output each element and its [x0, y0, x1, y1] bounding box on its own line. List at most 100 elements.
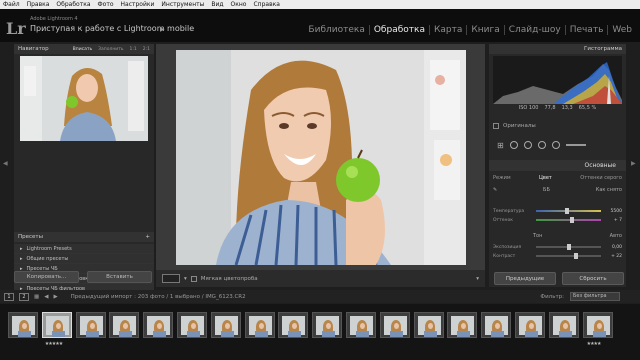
menu-photo[interactable]: Фото — [98, 1, 114, 8]
preset-folder[interactable]: ▸ Lightroom Presets — [14, 244, 154, 254]
zoom-2-1[interactable]: 2:1 — [143, 47, 150, 52]
main-photo[interactable] — [176, 50, 466, 265]
module-map[interactable]: Карта — [428, 25, 466, 35]
tone-auto-button[interactable]: Авто — [610, 233, 622, 239]
module-slideshow[interactable]: Слайд-шоу — [503, 25, 565, 35]
original-checkbox[interactable] — [493, 123, 499, 129]
filmstrip-thumbnail[interactable] — [413, 312, 444, 338]
histogram[interactable] — [493, 56, 622, 104]
tint-track[interactable] — [536, 217, 601, 223]
menu-develop[interactable]: Обработка — [56, 1, 90, 8]
tint-slider[interactable]: Оттенок + 7 — [493, 216, 622, 224]
treatment-bw[interactable]: Оттенки серого — [580, 175, 622, 181]
wb-eyedropper-icon[interactable]: ✎ — [493, 187, 497, 193]
filmstrip-thumbnail[interactable] — [312, 312, 343, 338]
menu-settings[interactable]: Настройки — [121, 1, 155, 8]
filmstrip-thumbnail[interactable] — [177, 312, 207, 338]
tint-value[interactable]: + 7 — [604, 218, 622, 223]
filmstrip: ★★★★★ ★★★★ — [0, 304, 640, 360]
exposure-slider[interactable]: Экспозиция 0,00 — [493, 243, 622, 251]
left-panel-toggle-icon[interactable]: ◀ — [3, 160, 8, 167]
temperature-knob[interactable] — [565, 208, 570, 214]
menu-edit[interactable]: Правка — [27, 1, 50, 8]
original-photo-toggle[interactable]: Оригиналы — [493, 123, 536, 129]
presets-header[interactable]: Пресеты + — [14, 232, 154, 242]
loupe-view-button[interactable] — [162, 274, 180, 283]
filmstrip-thumbnail[interactable] — [41, 312, 72, 338]
filmstrip-thumbnail[interactable] — [481, 312, 512, 338]
exposure-track[interactable] — [536, 244, 601, 250]
filmstrip-thumbnail[interactable] — [278, 312, 309, 338]
navigator-header[interactable]: Навигатор Вписать Заполнить 1:1 2:1 — [14, 44, 154, 54]
filmstrip-thumbnail[interactable] — [75, 312, 106, 338]
reset-button[interactable]: Сбросить — [562, 272, 624, 285]
menu-tools[interactable]: Инструменты — [161, 1, 204, 8]
softproof-checkbox[interactable] — [190, 275, 197, 282]
catalog-arrow-icon[interactable]: ▶ — [160, 26, 165, 33]
screen-2-button[interactable]: 2 — [19, 292, 29, 301]
module-library[interactable]: Библиотека — [304, 25, 368, 35]
wb-select[interactable]: Как снято — [596, 187, 622, 193]
zoom-1-1[interactable]: 1:1 — [130, 47, 137, 52]
contrast-value[interactable]: + 22 — [604, 254, 622, 259]
original-label: Оригиналы — [503, 123, 536, 129]
temperature-slider[interactable]: Температура 5500 — [493, 207, 622, 215]
lightroom-logo: Lr — [6, 19, 26, 38]
filmstrip-thumbnail[interactable] — [548, 312, 579, 338]
filmstrip-thumbnail[interactable] — [515, 312, 545, 338]
filmstrip-thumbnail[interactable] — [582, 312, 613, 338]
contrast-slider[interactable]: Контраст + 22 — [493, 252, 622, 260]
presets-section: Пресеты + ▸ Lightroom Presets ▸ Общие прес… — [14, 232, 154, 294]
red-eye-icon[interactable] — [523, 141, 532, 149]
filmstrip-thumbnail[interactable] — [8, 312, 38, 338]
back-arrow-icon[interactable]: ◀ — [44, 294, 48, 300]
copy-button[interactable]: Копировать... — [14, 271, 79, 283]
menu-view[interactable]: Вид — [211, 1, 223, 8]
add-preset-icon[interactable]: + — [145, 234, 150, 240]
exposure-value[interactable]: 0,00 — [604, 245, 622, 250]
filmstrip-thumbnail[interactable] — [346, 312, 376, 338]
menu-help[interactable]: Справка — [253, 1, 279, 8]
paste-button[interactable]: Вставить — [87, 271, 152, 283]
toolbar-menu-icon[interactable]: ▾ — [476, 276, 479, 282]
contrast-track[interactable] — [536, 253, 601, 259]
treatment-color[interactable]: Цвет — [539, 175, 552, 181]
filmstrip-thumbnail[interactable] — [447, 312, 478, 338]
module-develop[interactable]: Обработка — [368, 25, 429, 35]
forward-arrow-icon[interactable]: ▶ — [53, 294, 57, 300]
right-panel-toggle-icon[interactable]: ▶ — [631, 160, 636, 167]
filmstrip-thumbnail[interactable] — [109, 312, 140, 338]
exposure-knob[interactable] — [567, 244, 572, 250]
exif-value-2: 13,3 — [561, 105, 573, 111]
basic-header[interactable]: Основные — [489, 160, 626, 171]
view-menu-icon[interactable]: ▾ — [184, 276, 187, 282]
filmstrip-thumbnail[interactable] — [143, 312, 174, 338]
screen-1-button[interactable]: 1 — [4, 292, 14, 301]
zoom-fill[interactable]: Заполнить — [98, 47, 123, 52]
filmstrip-thumbnail[interactable] — [244, 312, 275, 338]
tint-knob[interactable] — [569, 217, 574, 223]
module-print[interactable]: Печать — [564, 25, 608, 35]
contrast-knob[interactable] — [573, 253, 578, 259]
menu-window[interactable]: Окно — [231, 1, 247, 8]
filter-select[interactable]: Без фильтра — [570, 292, 620, 301]
temperature-track[interactable] — [536, 208, 601, 214]
adjustment-brush-icon[interactable] — [565, 144, 586, 146]
filmstrip-thumbnail[interactable] — [210, 312, 241, 338]
filmstrip-thumbnail[interactable] — [379, 312, 410, 338]
module-web[interactable]: Web — [607, 25, 636, 35]
zoom-fit[interactable]: Вписать — [73, 47, 92, 52]
crop-tool-icon[interactable]: ⊞ — [497, 141, 504, 150]
menu-file[interactable]: Файл — [3, 1, 20, 8]
graduated-filter-icon[interactable] — [537, 141, 546, 149]
module-book[interactable]: Книга — [466, 25, 503, 35]
temperature-value[interactable]: 5500 — [604, 209, 622, 214]
preset-folder[interactable]: ▸ Общие пресеты — [14, 254, 154, 264]
navigator-preview[interactable] — [20, 56, 148, 141]
filmstrip-source[interactable]: Предыдущий импорт : 203 фото / 1 выбрано… — [71, 294, 246, 300]
previous-button[interactable]: Предыдущие — [494, 272, 556, 285]
radial-filter-icon[interactable] — [551, 141, 560, 149]
spot-removal-icon[interactable] — [509, 141, 518, 149]
grid-view-icon[interactable]: ▦ — [34, 294, 39, 300]
histogram-header[interactable]: Гистограмма — [489, 44, 626, 54]
